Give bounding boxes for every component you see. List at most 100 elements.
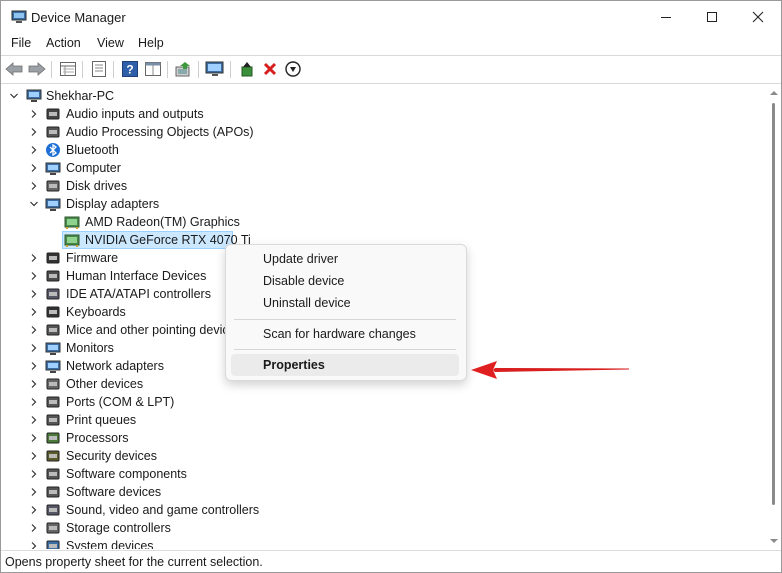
disable-device-icon	[285, 61, 301, 77]
device-category-icon	[45, 198, 61, 211]
chevron-down-icon[interactable]	[29, 195, 39, 213]
chevron-right-icon[interactable]	[29, 141, 39, 159]
enable-device-button[interactable]	[237, 60, 257, 78]
update-driver-button[interactable]	[174, 60, 194, 78]
device-category-icon	[46, 414, 60, 426]
tree-category-row[interactable]: Security devices	[1, 447, 767, 465]
chevron-right-icon[interactable]	[29, 267, 39, 285]
tree-category-label: System devices	[66, 539, 154, 549]
device-category-icon	[46, 378, 60, 390]
tree-category-row[interactable]: Software components	[1, 465, 767, 483]
device-category-icon	[46, 252, 60, 264]
forward-button[interactable]	[27, 60, 47, 78]
chevron-right-icon[interactable]	[29, 519, 39, 537]
tree-category-row[interactable]: Computer	[1, 159, 767, 177]
scroll-up-icon[interactable]	[769, 89, 779, 97]
minimize-button[interactable]	[643, 1, 689, 33]
chevron-right-icon[interactable]	[29, 411, 39, 429]
forward-icon	[28, 62, 46, 76]
tree-category-label: Software devices	[66, 485, 162, 499]
properties-grid-button[interactable]	[58, 60, 78, 78]
uninstall-icon	[263, 62, 277, 76]
menu-bar: File Action View Help	[1, 33, 781, 54]
chevron-right-icon[interactable]	[29, 465, 39, 483]
scroll-down-icon[interactable]	[769, 537, 779, 545]
device-category-icon	[46, 450, 60, 462]
chevron-right-icon[interactable]	[29, 429, 39, 447]
help-button[interactable]: ?	[120, 60, 140, 78]
tree-category-label: Mice and other pointing devic	[66, 323, 229, 337]
chevron-right-icon[interactable]	[29, 285, 39, 303]
device-category-icon	[46, 288, 60, 300]
disable-device-button[interactable]	[283, 60, 303, 78]
tree-category-label: Network adapters	[66, 359, 164, 373]
tree-category-row[interactable]: Disk drives	[1, 177, 767, 195]
vertical-scrollbar[interactable]	[767, 85, 781, 549]
title-bar[interactable]: Device Manager	[1, 1, 781, 33]
chevron-right-icon[interactable]	[29, 105, 39, 123]
device-category-icon	[46, 180, 60, 192]
menu-item-update-driver[interactable]: Update driver	[263, 252, 338, 266]
help-icon: ?	[122, 61, 138, 77]
toolbar-separator	[113, 61, 114, 78]
tree-child-row[interactable]: AMD Radeon(TM) Graphics	[1, 213, 767, 231]
scrollbar-thumb[interactable]	[772, 103, 775, 505]
tree-category-label: Security devices	[66, 449, 158, 463]
tree-category-label: Other devices	[66, 377, 144, 391]
uninstall-button[interactable]	[260, 60, 280, 78]
chevron-right-icon[interactable]	[29, 447, 39, 465]
tree-category-row[interactable]: Audio inputs and outputs	[1, 105, 767, 123]
tree-category-row[interactable]: Software devices	[1, 483, 767, 501]
back-button[interactable]	[4, 60, 24, 78]
tree-category-row[interactable]: Print queues	[1, 411, 767, 429]
tree-category-row[interactable]: Display adapters	[1, 195, 767, 213]
maximize-button[interactable]	[689, 1, 735, 33]
chevron-right-icon[interactable]	[29, 537, 39, 549]
toolbar-separator	[82, 61, 83, 78]
device-category-icon	[46, 486, 60, 498]
chevron-right-icon[interactable]	[29, 123, 39, 141]
menu-item-uninstall-device[interactable]: Uninstall device	[263, 296, 351, 310]
chevron-right-icon[interactable]	[29, 339, 39, 357]
chevron-right-icon[interactable]	[29, 321, 39, 339]
chevron-right-icon[interactable]	[29, 375, 39, 393]
chevron-right-icon[interactable]	[29, 483, 39, 501]
tree-category-row[interactable]: Audio Processing Objects (APOs)	[1, 123, 767, 141]
tree-category-label: Audio inputs and outputs	[66, 107, 204, 121]
menu-help[interactable]: Help	[138, 36, 164, 50]
tree-category-row[interactable]: Storage controllers	[1, 519, 767, 537]
device-category-icon	[46, 432, 60, 444]
menu-view[interactable]: View	[97, 36, 124, 50]
tree-category-row[interactable]: Ports (COM & LPT)	[1, 393, 767, 411]
chevron-down-icon[interactable]	[9, 87, 19, 105]
device-category-icon	[46, 143, 60, 157]
chevron-right-icon[interactable]	[29, 249, 39, 267]
chevron-right-icon[interactable]	[29, 501, 39, 519]
menu-item-properties[interactable]: Properties	[263, 358, 325, 372]
menu-separator	[234, 349, 456, 350]
device-category-icon	[46, 126, 60, 138]
menu-item-disable-device[interactable]: Disable device	[263, 274, 344, 288]
show-hide-console-tree-button[interactable]	[89, 60, 109, 78]
menu-action[interactable]: Action	[46, 36, 81, 50]
chevron-right-icon[interactable]	[29, 177, 39, 195]
action-pane-button[interactable]	[143, 60, 163, 78]
tree-category-label: Audio Processing Objects (APOs)	[66, 125, 254, 139]
tree-category-row[interactable]: System devices	[1, 537, 767, 549]
menu-file[interactable]: File	[11, 36, 31, 50]
tree-category-row[interactable]: Bluetooth	[1, 141, 767, 159]
toolbar-separator	[167, 61, 168, 78]
tree-root-row[interactable]: Shekhar-PC	[1, 87, 767, 105]
close-button[interactable]	[735, 1, 781, 33]
tree-category-row[interactable]: Processors	[1, 429, 767, 447]
scan-hardware-button[interactable]	[205, 60, 225, 78]
chevron-right-icon[interactable]	[29, 393, 39, 411]
chevron-right-icon[interactable]	[29, 303, 39, 321]
svg-text:?: ?	[126, 63, 133, 77]
tree-category-row[interactable]: Sound, video and game controllers	[1, 501, 767, 519]
tree-category-label: Disk drives	[66, 179, 128, 193]
chevron-right-icon[interactable]	[29, 357, 39, 375]
chevron-right-icon[interactable]	[29, 159, 39, 177]
menu-item-scan-hardware[interactable]: Scan for hardware changes	[263, 327, 416, 341]
tree-category-label: Bluetooth	[66, 143, 119, 157]
